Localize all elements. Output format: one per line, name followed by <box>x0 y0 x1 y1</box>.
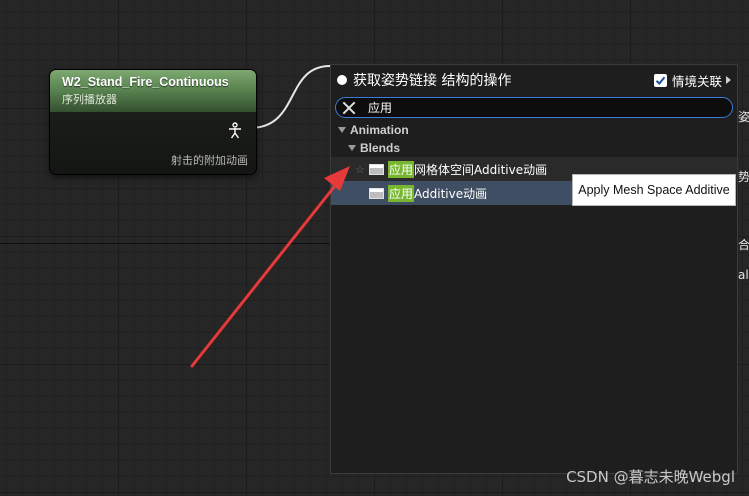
function-node-icon <box>369 163 384 175</box>
action-item-label: 网格体空间Additive动画 <box>414 162 548 177</box>
sequence-player-node[interactable]: W2_Stand_Fire_Continuous 序列播放器 射击的附加动画 <box>50 70 256 174</box>
function-node-icon <box>369 187 384 199</box>
search-input[interactable] <box>368 100 698 115</box>
annotation-arrow-shaft <box>190 180 340 368</box>
search-highlight: 应用 <box>388 184 415 202</box>
expand-arrow-icon[interactable] <box>338 127 346 133</box>
node-subtitle: 序列播放器 <box>62 93 117 106</box>
node-output-label: 射击的附加动画 <box>171 154 248 167</box>
chevron-right-icon[interactable] <box>726 76 731 84</box>
pose-pin-icon[interactable] <box>226 122 244 140</box>
category-animation[interactable]: Animation <box>331 121 737 139</box>
action-item-label: Additive动画 <box>414 186 488 201</box>
search-highlight: 应用 <box>388 160 415 178</box>
action-menu-title: 获取姿势链接 结构的操作 <box>353 73 512 89</box>
node-title: W2_Stand_Fire_Continuous <box>62 75 229 89</box>
close-icon[interactable] <box>342 101 356 115</box>
node-header[interactable]: W2_Stand_Fire_Continuous 序列播放器 <box>50 70 256 112</box>
context-sensitive-checkbox[interactable] <box>653 73 667 87</box>
category-label: Animation <box>350 123 409 137</box>
category-label: Blends <box>360 141 401 155</box>
action-menu-header: 获取姿势链接 结构的操作 情境关联 <box>331 65 737 95</box>
expand-arrow-icon[interactable] <box>348 145 356 151</box>
action-item-apply-additive[interactable]: 应用 Additive动画 <box>331 181 575 205</box>
bullet-icon <box>337 75 347 85</box>
node-body: 射击的附加动画 <box>50 112 256 174</box>
tooltip: Apply Mesh Space Additive <box>572 174 736 206</box>
context-sensitive-label[interactable]: 情境关联 <box>672 71 722 90</box>
background-peek-text: 合 <box>738 238 749 252</box>
checkmark-icon <box>655 76 666 85</box>
category-blends[interactable]: Blends <box>331 139 737 157</box>
pose-wire-path <box>249 65 331 129</box>
background-peek-text: 势 <box>738 170 749 184</box>
background-peek-text: 姿 <box>738 110 749 124</box>
background-peek-text: alu <box>738 268 749 282</box>
star-icon[interactable]: ☆ <box>355 163 369 176</box>
watermark: CSDN @暮志未晚Webgl <box>566 468 735 486</box>
action-menu: 获取姿势链接 结构的操作 情境关联 Animation Blends ☆ 应用 … <box>330 64 738 474</box>
search-box[interactable] <box>335 97 733 118</box>
